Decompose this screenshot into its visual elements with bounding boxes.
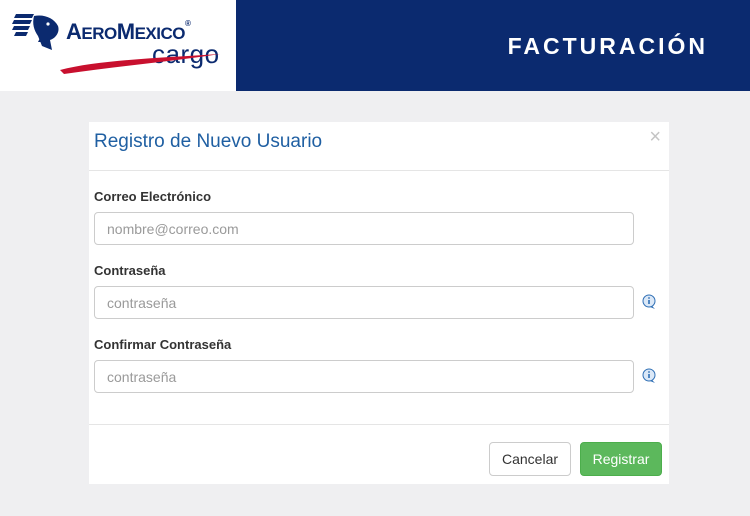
cancel-button[interactable]: Cancelar: [489, 442, 571, 476]
register-button[interactable]: Registrar: [580, 442, 662, 476]
modal-footer: Cancelar Registrar: [89, 424, 669, 484]
info-icon[interactable]: [641, 294, 657, 310]
page-title: FACTURACIÓN: [507, 33, 708, 59]
page-header: AEROMEXICO® cargo FACTURACIÓN: [0, 0, 750, 91]
email-label: Correo Electrónico: [94, 189, 212, 204]
modal-title: Registro de Nuevo Usuario: [94, 131, 323, 152]
password-label: Contraseña: [94, 263, 166, 278]
email-field[interactable]: [94, 212, 634, 245]
close-button[interactable]: ×: [649, 127, 661, 147]
confirm-password-field[interactable]: [94, 360, 634, 393]
register-modal: Registro de Nuevo Usuario × Correo Elect…: [89, 122, 669, 484]
logo-swoosh-icon: [60, 54, 220, 74]
modal-header: Registro de Nuevo Usuario ×: [89, 122, 669, 171]
info-icon[interactable]: [641, 368, 657, 384]
eagle-knight-icon: [12, 14, 59, 50]
password-field[interactable]: [94, 286, 634, 319]
aeromexico-cargo-logo: AEROMEXICO® cargo: [0, 0, 236, 91]
confirm-password-label: Confirmar Contraseña: [94, 337, 232, 352]
title-bar: FACTURACIÓN: [236, 0, 750, 91]
